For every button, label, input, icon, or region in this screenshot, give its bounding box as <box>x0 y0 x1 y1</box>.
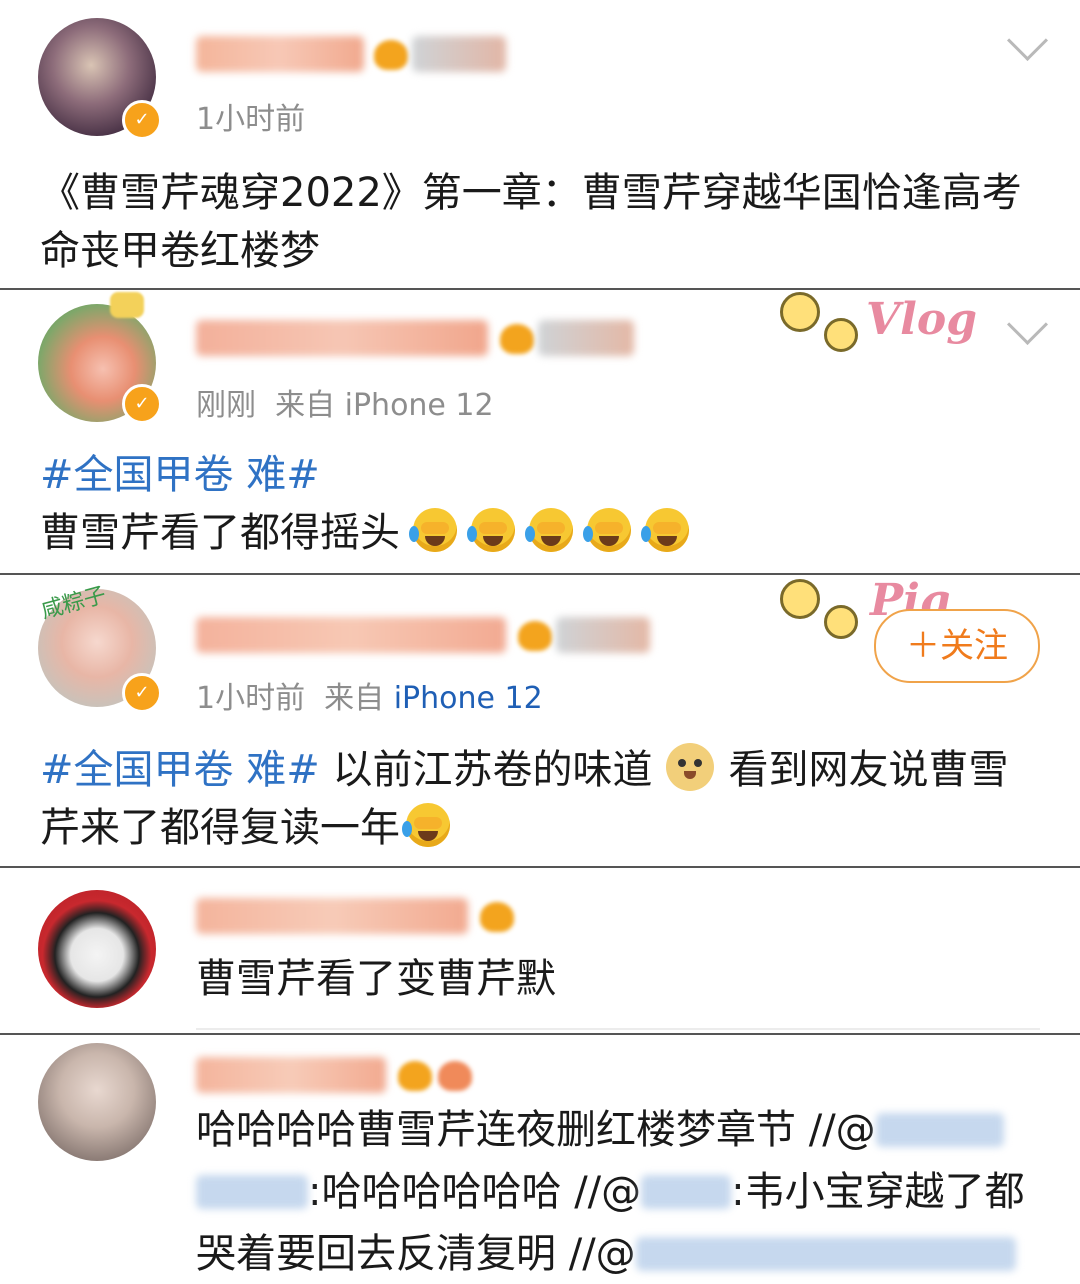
post-time: 刚刚 <box>196 388 256 423</box>
hashtag-link[interactable]: #全国甲卷 难# <box>40 747 320 793</box>
post-5: 哈哈哈哈曹雪芹连夜删红楼梦章节 //@ :哈哈哈哈哈哈 //@:韦小宝穿越了都 … <box>0 1035 1080 1284</box>
doge-emoji-icon <box>666 743 715 791</box>
post-body: #全国甲卷 难# 以前江苏卷的味道 看到网友说曹雪芹来了都得复读一年 <box>40 741 1040 857</box>
crown-icon <box>374 40 408 70</box>
divider <box>196 1028 1040 1030</box>
crown-icon <box>518 621 552 651</box>
laugh-cry-emoji-icon <box>524 508 573 552</box>
laugh-cry-emoji-icon <box>466 508 515 552</box>
laugh-cry-emoji-icon <box>582 508 631 552</box>
crown-icon <box>438 1061 472 1091</box>
post-body: #全国甲卷 难# 曹雪芹看了都得摇头 <box>40 446 1040 562</box>
flower-icon <box>824 605 858 639</box>
post-text: 曹雪芹看了变曹芹默 <box>196 956 556 1002</box>
flower-icon <box>780 292 820 332</box>
post-text: 曹雪芹看了都得摇头 <box>40 510 400 556</box>
mention-blurred[interactable] <box>196 1175 308 1209</box>
chevron-down-icon[interactable] <box>1006 303 1049 346</box>
vlog-decoration: Vlog <box>780 290 990 368</box>
verified-badge-icon: ✓ <box>122 100 162 140</box>
post-text-c-start: :韦小宝穿越了都 <box>731 1169 1025 1215</box>
post-time: 1小时前 <box>196 102 306 137</box>
post-3: 咸粽子 ✓ Pig ＋关注 1小时前 来自 iPhone 12 #全国甲卷 难#… <box>0 575 1080 868</box>
laugh-cry-emoji-icon <box>402 803 450 847</box>
crown-icon <box>500 324 534 354</box>
camera-sticker-icon <box>110 292 144 318</box>
post-text: 《曹雪芹魂穿2022》第一章：曹雪芹穿越华国恰逢高考命丧甲卷红楼梦 <box>40 170 1022 274</box>
post-4: 曹雪芹看了变曹芹默 <box>0 868 1080 1035</box>
crown-icon <box>480 902 514 932</box>
post-text-b: :哈哈哈哈哈哈 //@ <box>308 1169 642 1215</box>
post-text-a: 以前江苏卷的味道 <box>332 747 653 793</box>
vlog-label: Vlog <box>866 294 977 345</box>
member-level-blurred <box>556 617 650 653</box>
flower-icon <box>780 579 820 619</box>
post-meta: 刚刚 来自 iPhone 12 <box>196 380 494 424</box>
avatar[interactable] <box>38 890 156 1008</box>
post-1: ✓ 1小时前 《曹雪芹魂穿2022》第一章：曹雪芹穿越华国恰逢高考命丧甲卷红楼梦 <box>0 0 1080 290</box>
username-blurred[interactable] <box>196 36 364 72</box>
member-level-blurred <box>412 36 506 72</box>
flower-icon <box>824 318 858 352</box>
username-blurred[interactable] <box>196 320 488 356</box>
post-text-c-end: 哭着要回去反清复明 //@ <box>196 1231 636 1277</box>
laugh-cry-emoji-icon <box>640 508 689 552</box>
username-blurred[interactable] <box>196 617 506 653</box>
post-text-a: 哈哈哈哈曹雪芹连夜删红楼梦章节 //@ <box>196 1107 876 1153</box>
post-meta: 1小时前 来自 iPhone 12 <box>196 673 543 717</box>
source-device: iPhone 12 <box>344 388 494 423</box>
post-time: 1小时前 <box>196 681 306 716</box>
source-prefix: 来自 <box>275 388 336 423</box>
laugh-cry-emoji-icon <box>408 508 457 552</box>
mention-blurred[interactable] <box>635 1237 1016 1271</box>
hashtag-link[interactable]: #全国甲卷 难# <box>40 452 320 498</box>
mention-blurred[interactable] <box>641 1175 732 1209</box>
username-blurred[interactable] <box>196 1057 386 1093</box>
post-body: 哈哈哈哈曹雪芹连夜删红楼梦章节 //@ :哈哈哈哈哈哈 //@:韦小宝穿越了都 … <box>196 1099 1040 1284</box>
verified-badge-icon: ✓ <box>122 384 162 424</box>
post-2: ✓ Vlog 刚刚 来自 iPhone 12 #全国甲卷 难# 曹雪芹看了都得摇… <box>0 290 1080 575</box>
chevron-down-icon[interactable] <box>1006 19 1049 62</box>
source-device[interactable]: iPhone 12 <box>394 681 543 716</box>
verified-badge-icon: ✓ <box>122 673 162 713</box>
username-blurred[interactable] <box>196 898 468 934</box>
avatar[interactable] <box>38 1043 156 1161</box>
follow-button[interactable]: ＋关注 <box>874 609 1040 683</box>
member-level-blurred <box>538 320 634 356</box>
source-prefix: 来自 <box>324 681 385 716</box>
mention-blurred[interactable] <box>875 1113 1004 1147</box>
crown-icon <box>398 1061 432 1091</box>
